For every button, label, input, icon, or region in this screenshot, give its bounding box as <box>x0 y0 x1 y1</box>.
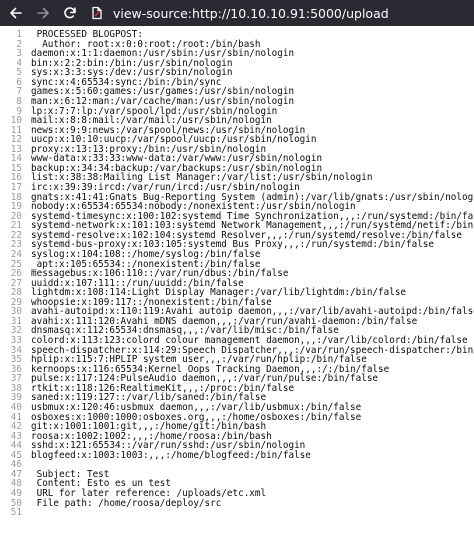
line-number: 51 <box>10 507 22 519</box>
arrow-left-icon <box>10 7 22 19</box>
line-content: blogfeed:x:1003:1003:,,,:/home/blogfeed:… <box>31 449 311 461</box>
arrow-right-icon <box>37 7 49 19</box>
source-line: 45 blogfeed:x:1003:1003:,,,:/home/blogfee… <box>0 451 474 461</box>
address-bar[interactable]: view-source:http://10.10.10.91:5000/uplo… <box>91 3 468 23</box>
forward-button[interactable] <box>32 2 54 24</box>
view-source-content: 1 PROCESSED BLOGPOST: 2 Author: root:x:0:… <box>0 30 474 548</box>
reload-icon <box>64 7 76 19</box>
url-text: view-source:http://10.10.10.91:5000/uplo… <box>113 5 389 21</box>
back-button[interactable] <box>5 2 27 24</box>
page-info-icon[interactable] <box>91 6 105 20</box>
reload-button[interactable] <box>59 2 81 24</box>
source-line: 50 File path: /home/roosa/deploy/src <box>0 497 474 509</box>
browser-toolbar: view-source:http://10.10.10.91:5000/uplo… <box>0 0 474 26</box>
line-content: File path: /home/roosa/deploy/src <box>31 497 222 509</box>
source-line: 51 <box>0 508 474 518</box>
